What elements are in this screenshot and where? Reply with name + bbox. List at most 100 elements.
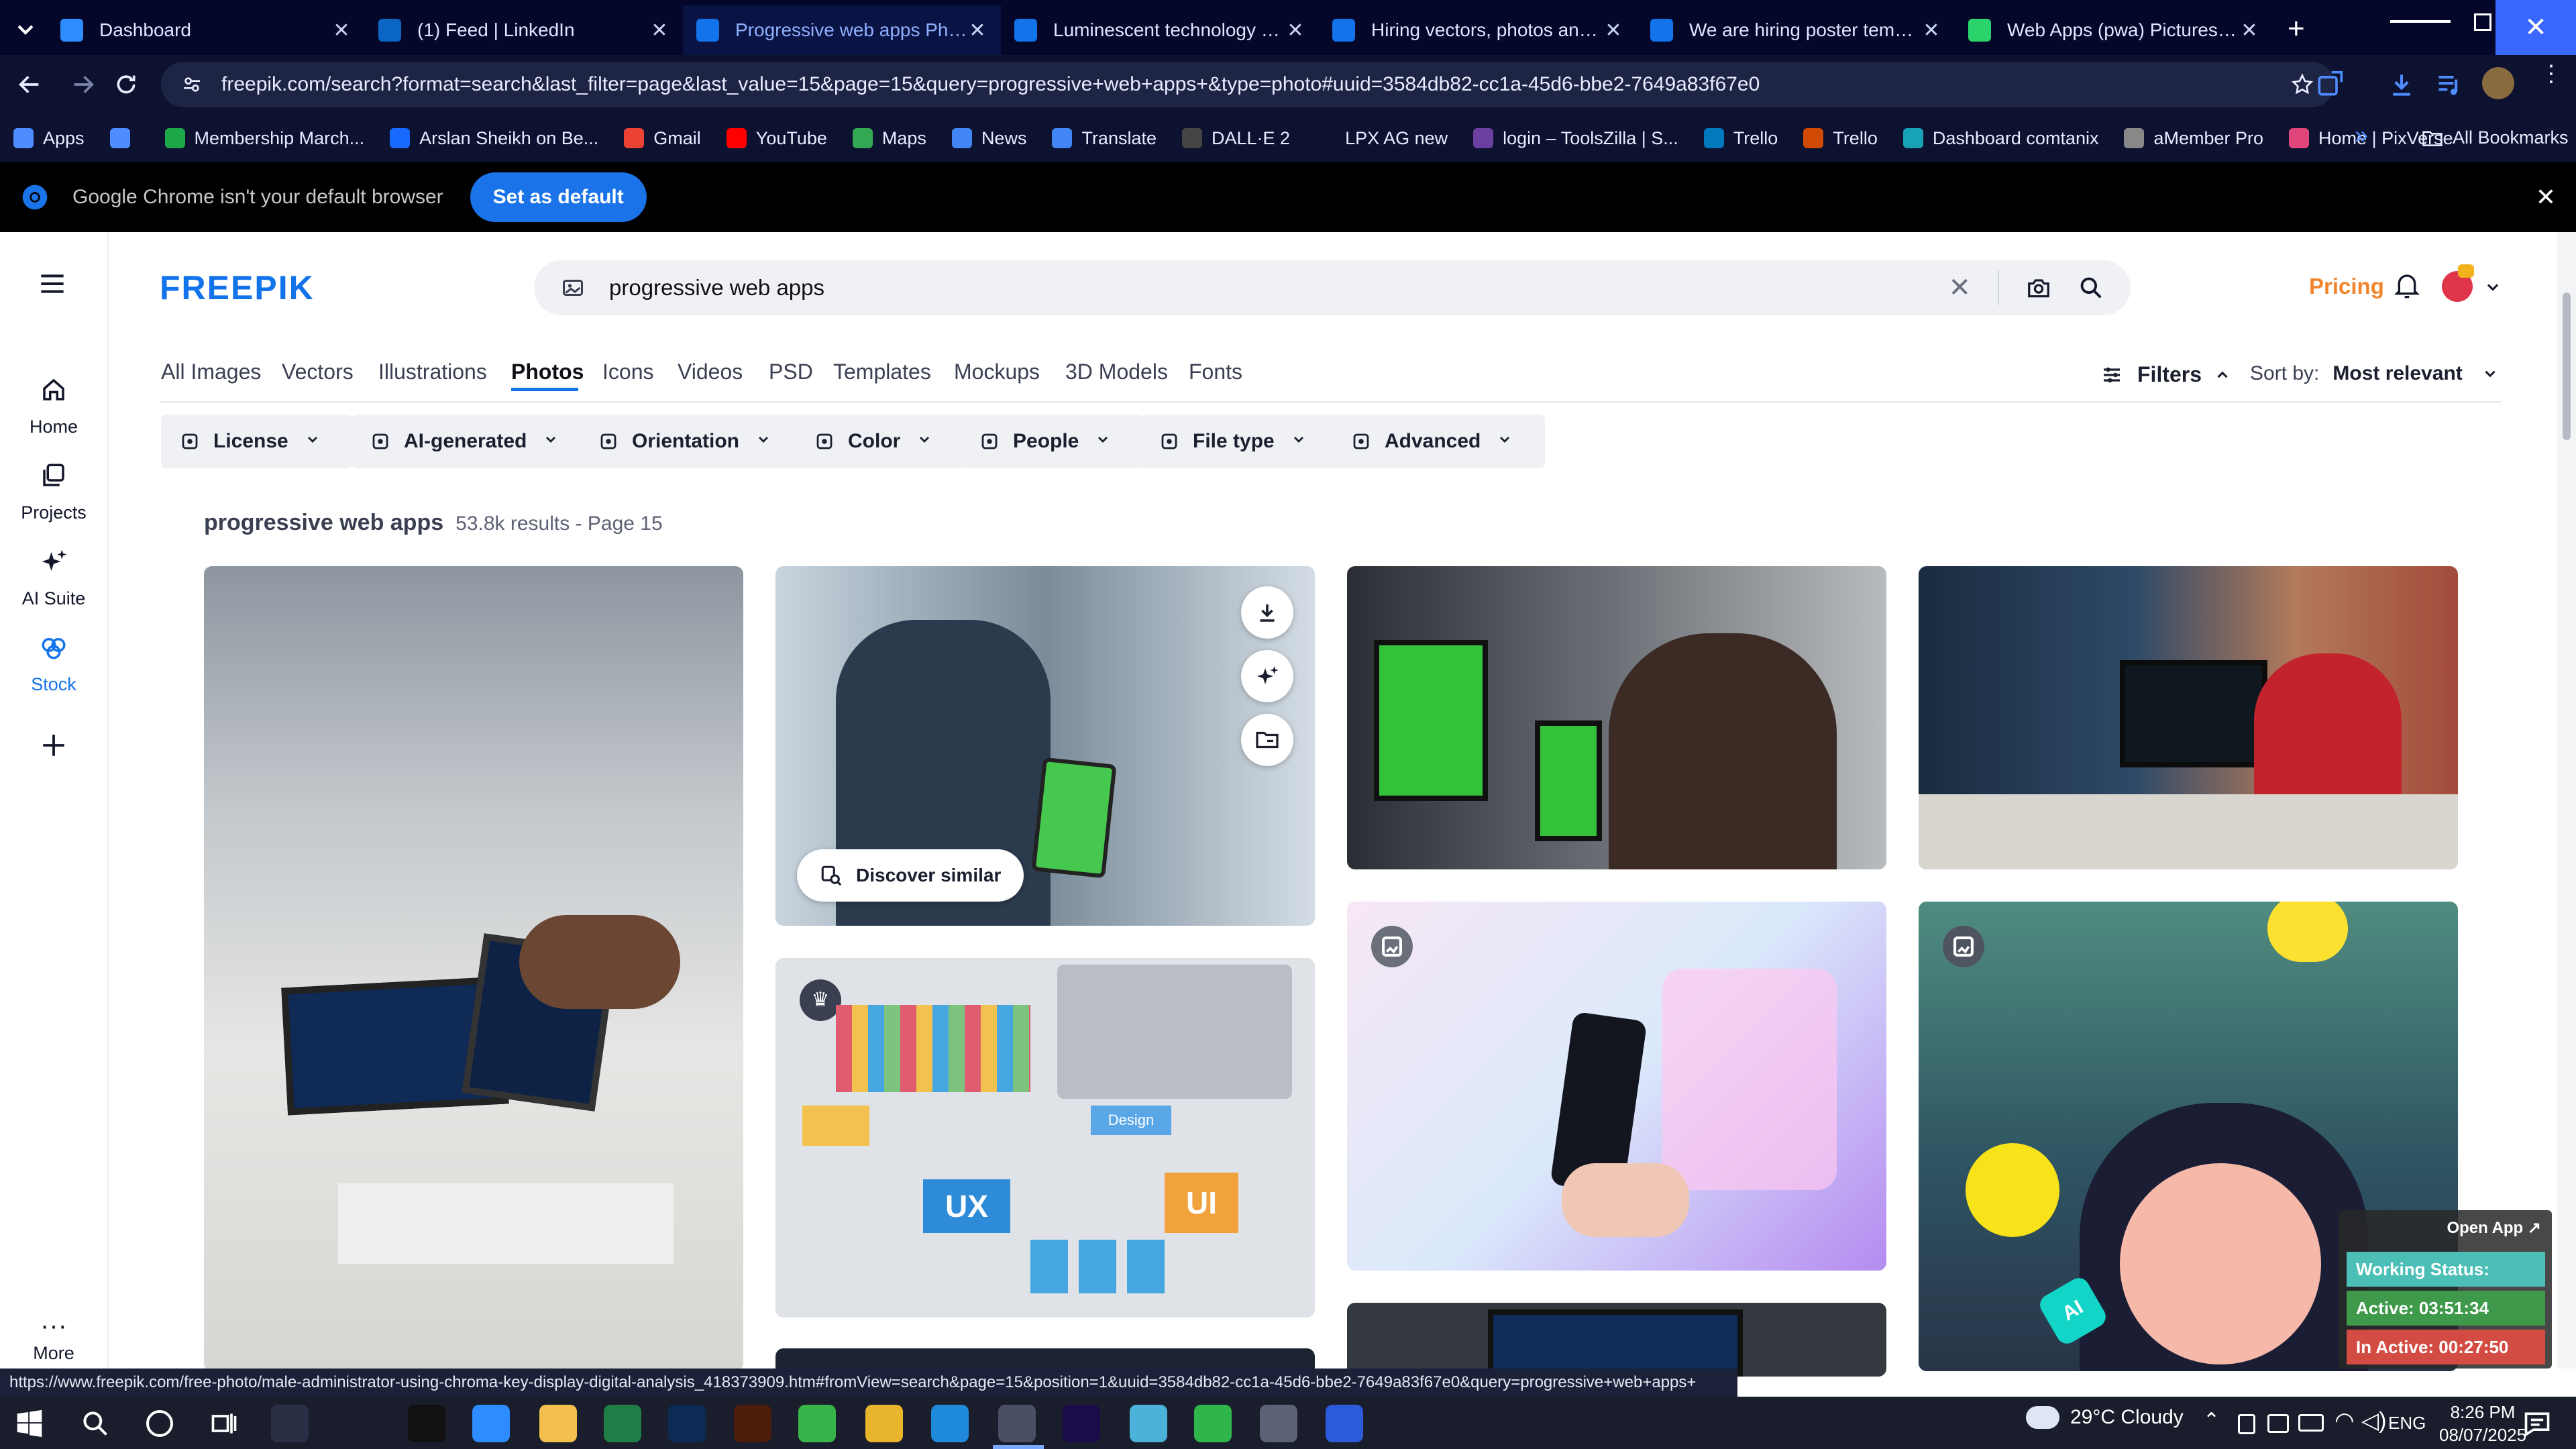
photo-card-chroma-key-tablet[interactable]: Discover similar: [775, 566, 1315, 926]
photo-card-smartphone-apps[interactable]: [1347, 902, 1886, 1271]
photoshop-icon[interactable]: [668, 1405, 706, 1442]
notification-center-icon[interactable]: [2522, 1409, 2552, 1438]
bookmark-item[interactable]: Dashboard comtanix: [1902, 128, 2098, 149]
tab-2[interactable]: (1) Feed | LinkedIn ✕: [365, 5, 683, 55]
pen-app-icon[interactable]: [271, 1405, 309, 1442]
search-bar[interactable]: progressive web apps ✕: [534, 260, 2131, 315]
bookmark-star-icon[interactable]: [2290, 72, 2314, 97]
edit-with-ai-button[interactable]: [1241, 650, 1293, 702]
filter-license[interactable]: License: [161, 415, 353, 468]
image-search-mode-icon[interactable]: [561, 276, 585, 300]
wifi-icon[interactable]: ◠: [2334, 1407, 2355, 1434]
downloads-icon[interactable]: [2387, 70, 2416, 99]
search-input[interactable]: progressive web apps: [609, 275, 824, 301]
filter-people[interactable]: People: [961, 415, 1144, 468]
sidebar-item-stock[interactable]: Stock: [0, 633, 107, 695]
category-tab-templates[interactable]: Templates: [833, 360, 931, 384]
zoom-app-icon[interactable]: [472, 1405, 510, 1442]
chrome-profile-icon[interactable]: [998, 1405, 1036, 1442]
clear-search-icon[interactable]: ✕: [1948, 272, 1971, 303]
save-to-collection-button[interactable]: [1241, 714, 1293, 766]
filter-file-type[interactable]: File type: [1140, 415, 1339, 468]
tab-1[interactable]: Dashboard ✕: [47, 5, 365, 55]
terminal-app-icon[interactable]: [408, 1405, 445, 1442]
sidebar-item-projects[interactable]: Projects: [0, 462, 107, 523]
sidebar-item-add[interactable]: [0, 731, 107, 772]
weather-widget[interactable]: 29°C Cloudy: [2026, 1406, 2184, 1429]
bookmark-item[interactable]: Apps: [13, 128, 85, 149]
tab-close-icon[interactable]: ✕: [331, 19, 352, 42]
address-bar[interactable]: freepik.com/search?format=search&last_fi…: [161, 62, 2334, 107]
profile-avatar[interactable]: [2482, 67, 2514, 99]
browser-menu-icon[interactable]: ⋮: [2540, 62, 2563, 97]
illustrator-icon[interactable]: [734, 1405, 771, 1442]
tab-close-icon[interactable]: ✕: [1285, 19, 1305, 42]
bookmark-item[interactable]: aMember Pro: [2124, 128, 2263, 149]
all-bookmarks-button[interactable]: All Bookmarks: [2422, 127, 2569, 148]
windows-start-icon[interactable]: [15, 1409, 44, 1438]
filters-toggle[interactable]: Filters: [2101, 362, 2231, 387]
open-app-link[interactable]: Open App ↗: [2447, 1218, 2541, 1238]
new-tab-button[interactable]: +: [2288, 12, 2305, 46]
close-window-button[interactable]: ✕: [2496, 0, 2576, 55]
bookmark-item[interactable]: [109, 128, 140, 148]
photo-card-annual-statistics[interactable]: [1347, 1303, 1886, 1377]
category-tab-photos[interactable]: Photos: [511, 360, 584, 384]
tab-7[interactable]: Web Apps (pwa) Pictures, Imag✕: [1955, 5, 2273, 55]
tab-close-icon[interactable]: ✕: [1603, 19, 1623, 42]
tab-close-icon[interactable]: ✕: [967, 19, 987, 42]
camera-search-icon[interactable]: [2026, 275, 2051, 301]
bookmark-item[interactable]: Membership March...: [164, 128, 364, 149]
file-explorer-icon[interactable]: [539, 1405, 577, 1442]
show-hidden-icons-chevron-icon[interactable]: ⌃: [2203, 1409, 2220, 1432]
hex-app-icon[interactable]: [1130, 1405, 1167, 1442]
category-tab-mockups[interactable]: Mockups: [954, 360, 1040, 384]
category-tab-fonts[interactable]: Fonts: [1189, 360, 1242, 384]
tab-4[interactable]: Luminescent technology and a ✕: [1001, 5, 1319, 55]
chrome-icon[interactable]: [865, 1405, 903, 1442]
calculator-icon[interactable]: [1260, 1405, 1297, 1442]
tab-search-chevron-icon[interactable]: [12, 16, 39, 43]
green-app-icon[interactable]: [798, 1405, 836, 1442]
bookmark-item[interactable]: Trello: [1803, 128, 1878, 149]
download-button[interactable]: [1241, 586, 1293, 639]
photo-card-developer-coding[interactable]: [1919, 566, 2458, 869]
discover-similar-button[interactable]: Discover similar: [797, 849, 1024, 902]
bookmark-item[interactable]: DALL·E 2: [1182, 128, 1290, 149]
filter-advanced[interactable]: Advanced: [1332, 415, 1546, 468]
bookmark-item[interactable]: Maps: [852, 128, 926, 149]
premiere-icon[interactable]: [1063, 1405, 1100, 1442]
category-tab-all-images[interactable]: All Images: [161, 360, 261, 384]
category-tab-vectors[interactable]: Vectors: [282, 360, 354, 384]
tab-5[interactable]: Hiring vectors, photos and PSD✕: [1319, 5, 1637, 55]
back-icon[interactable]: [16, 71, 43, 98]
language-indicator[interactable]: ENG: [2388, 1413, 2426, 1434]
filter-orientation[interactable]: Orientation: [580, 415, 804, 468]
green-app-2-icon[interactable]: [1194, 1405, 1232, 1442]
bookmark-item[interactable]: login – ToolsZilla | S...: [1473, 128, 1678, 149]
bookmark-item[interactable]: Gmail: [624, 128, 701, 149]
reload-icon[interactable]: [113, 71, 140, 98]
category-tab-icons[interactable]: Icons: [602, 360, 653, 384]
tray-app-icon[interactable]: [2238, 1414, 2255, 1434]
sort-dropdown[interactable]: Sort by: Most relevant: [2250, 362, 2499, 385]
task-view-icon[interactable]: [209, 1409, 239, 1438]
tab-3[interactable]: Progressive web apps Photos |✕: [683, 5, 1001, 55]
freepik-logo[interactable]: FREEPIK: [160, 268, 315, 307]
restore-button[interactable]: [2474, 13, 2491, 31]
pricing-link[interactable]: Pricing: [2309, 274, 2384, 299]
category-tab-illustrations[interactable]: Illustrations: [378, 360, 487, 384]
close-infobar-icon[interactable]: ✕: [2536, 183, 2556, 211]
volume-icon[interactable]: ◁): [2361, 1407, 2386, 1434]
bookmark-item[interactable]: Trello: [1703, 128, 1778, 149]
photo-card-admin-touchscreen[interactable]: [204, 566, 743, 1371]
extension-icon[interactable]: [2314, 70, 2344, 99]
bookmark-item[interactable]: LPX AG new: [1316, 128, 1448, 149]
sidebar-item-ai-suite[interactable]: AI Suite: [0, 547, 107, 609]
category-tab-3d-models[interactable]: 3D Models: [1065, 360, 1168, 384]
media-controls-icon[interactable]: [2435, 70, 2465, 99]
tab-6[interactable]: We are hiring poster template ✕: [1637, 5, 1955, 55]
bookmark-item[interactable]: Arslan Sheikh on Be...: [390, 128, 598, 149]
bookmark-item[interactable]: Translate: [1052, 128, 1157, 149]
filter-ai-generated[interactable]: AI-generated: [352, 415, 592, 468]
